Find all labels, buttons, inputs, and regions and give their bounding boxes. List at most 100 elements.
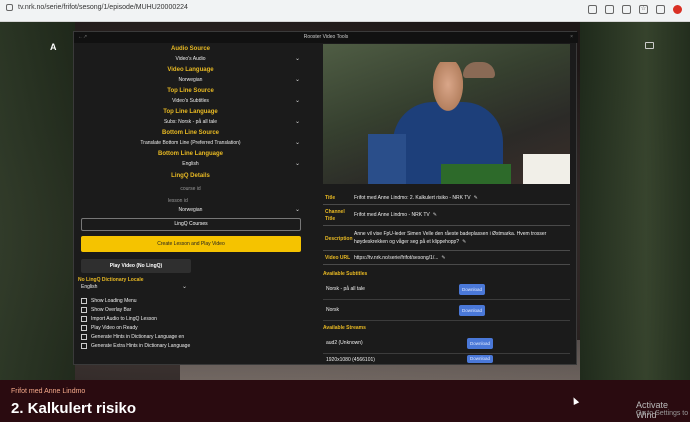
info-title-row: Title Frifot med Anne Lindmo: 2. Kalkule… bbox=[323, 192, 570, 205]
info-description-row: Description Anne vil vise FpU-leder Sime… bbox=[323, 227, 570, 251]
checkbox-label: Play Video on Ready bbox=[91, 325, 138, 331]
top-line-source-value: Video's Subtitles bbox=[172, 98, 209, 104]
checkbox[interactable] bbox=[81, 343, 87, 349]
stream-row: 1920x1080 (4566101) Download bbox=[323, 355, 570, 365]
panel-close-icon[interactable]: × bbox=[570, 32, 573, 43]
create-lesson-button[interactable]: Create Lesson and Play Video bbox=[81, 236, 301, 252]
checkbox[interactable] bbox=[81, 307, 87, 313]
info-channel-value: Frifot med Anne Lindmo - NRK TV ✎ bbox=[354, 211, 566, 219]
panel-move-icon[interactable]: ←↗ bbox=[78, 32, 87, 43]
checkbox-label: Show Overlay Bar bbox=[91, 307, 132, 313]
bottom-line-language-heading: Bottom Line Language bbox=[158, 151, 223, 157]
info-url-row: Video URL https://tv.nrk.no/serie/frifot… bbox=[323, 252, 570, 265]
lingq-language-value: Norwegian bbox=[178, 207, 203, 213]
download-stream-button[interactable]: Download bbox=[467, 355, 493, 363]
edit-icon[interactable]: ✎ bbox=[462, 239, 466, 245]
translate-icon[interactable] bbox=[605, 5, 614, 14]
play-video-button[interactable]: Play Video (No LingQ) bbox=[81, 259, 191, 273]
address-bar[interactable]: tv.nrk.no/serie/frifot/sesong/1/episode/… bbox=[6, 4, 188, 11]
person-hat bbox=[463, 62, 495, 78]
cast-icon[interactable] bbox=[645, 42, 654, 49]
info-title-label: Title bbox=[325, 195, 336, 201]
edit-icon[interactable]: ✎ bbox=[474, 195, 478, 201]
chevron-down-icon: ⌄ bbox=[294, 140, 300, 146]
checkbox-label: Generate Hints in Dictionary Language en bbox=[91, 334, 185, 340]
activate-windows-subtext: Go to Settings to bbox=[636, 410, 689, 417]
video-language-heading: Video Language bbox=[167, 67, 214, 73]
bottom-line-language-select[interactable]: English ⌄ bbox=[78, 160, 303, 169]
checkbox-play-on-ready[interactable]: Play Video on Ready bbox=[81, 325, 138, 331]
info-title-value: Frifot med Anne Lindmo: 2. Kalkulert ris… bbox=[354, 194, 566, 202]
checkbox-import-audio[interactable]: Import Audio to LingQ Lesson bbox=[81, 316, 157, 322]
video-language-value: Norwegian bbox=[178, 77, 203, 83]
download-subtitle-button[interactable]: Download bbox=[459, 284, 485, 295]
top-line-language-select[interactable]: Subs: Norsk - på all tale ⌄ bbox=[78, 118, 303, 127]
bookmark-star-icon[interactable]: ☆ bbox=[639, 5, 648, 14]
lingq-details-heading: LingQ Details bbox=[171, 173, 210, 179]
top-line-language-value: Subs: Norsk - på all tale bbox=[163, 119, 218, 125]
checkbox-label: Import Audio to LingQ Lesson bbox=[91, 316, 157, 322]
share-icon[interactable] bbox=[622, 5, 631, 14]
bottom-line-source-value: Translate Bottom Line (Preferred Transla… bbox=[140, 140, 241, 146]
subtitle-row: Norsk Download bbox=[323, 301, 570, 321]
title-text: Frifot med Anne Lindmo: 2. Kalkulert ris… bbox=[354, 195, 471, 201]
bottom-line-source-heading: Bottom Line Source bbox=[161, 130, 219, 136]
lesson-id-input[interactable]: lesson id bbox=[78, 198, 303, 204]
download-stream-button[interactable]: Download bbox=[467, 338, 493, 349]
tablecloth bbox=[523, 154, 570, 184]
checkbox[interactable] bbox=[81, 298, 87, 304]
checkbox[interactable] bbox=[81, 334, 87, 340]
url-text[interactable]: tv.nrk.no/serie/frifot/sesong/1/episode/… bbox=[18, 4, 188, 11]
audio-source-value: Video's Audio bbox=[175, 56, 206, 62]
checkbox-label: Generate Extra Hints in Dictionary Langu… bbox=[91, 343, 191, 349]
info-description-value: Anne vil vise FpU-leder Simen Velle den … bbox=[354, 230, 566, 246]
course-id-input[interactable]: course id bbox=[78, 186, 303, 192]
checkbox-label: Show Loading Menu bbox=[91, 298, 137, 304]
top-line-source-select[interactable]: Video's Subtitles ⌄ bbox=[78, 97, 303, 106]
edit-icon[interactable]: ✎ bbox=[441, 255, 445, 261]
no-lingq-locale-select[interactable]: English ⌄ bbox=[78, 283, 190, 292]
available-subtitles-heading: Available Subtitles bbox=[323, 271, 368, 277]
checkbox-show-loading-menu[interactable]: Show Loading Menu bbox=[81, 298, 137, 304]
open-in-app-icon[interactable] bbox=[588, 5, 597, 14]
extension-badge-icon[interactable] bbox=[673, 5, 682, 14]
chevron-down-icon: ⌄ bbox=[294, 207, 300, 213]
stream-name: 1920x1080 (4566101) bbox=[326, 357, 375, 363]
lingq-courses-button[interactable]: LingQ Courses bbox=[81, 218, 301, 231]
forest-right bbox=[580, 22, 690, 380]
subtitle-name: Norsk bbox=[326, 307, 340, 313]
download-subtitle-button[interactable]: Download bbox=[459, 305, 485, 316]
rooster-video-tools-panel: ←↗ Rooster Video Tools × Audio Source Vi… bbox=[73, 31, 578, 365]
episode-title: 2. Kalkulert risiko bbox=[11, 400, 137, 417]
video-thumbnail[interactable] bbox=[323, 44, 570, 184]
url-text: https://tv.nrk.no/serie/frifot/sesong/1/… bbox=[354, 255, 439, 261]
browser-actions: ☆ bbox=[588, 5, 682, 14]
panel-title: Rooster Video Tools bbox=[303, 34, 349, 40]
checkbox[interactable] bbox=[81, 325, 87, 331]
description-text: Anne vil vise FpU-leder Simen Velle den … bbox=[354, 231, 547, 245]
extensions-icon[interactable] bbox=[656, 5, 665, 14]
edit-icon[interactable]: ✎ bbox=[433, 212, 437, 218]
subtitle-row: Norsk - på all tale Download bbox=[323, 280, 570, 300]
panel-titlebar[interactable]: ←↗ Rooster Video Tools × bbox=[74, 32, 578, 43]
bottom-line-source-select[interactable]: Translate Bottom Line (Preferred Transla… bbox=[78, 139, 303, 148]
mouse-cursor-icon bbox=[570, 396, 580, 405]
audio-source-heading: Audio Source bbox=[170, 46, 210, 52]
checkbox-generate-hints[interactable]: Generate Hints in Dictionary Language en bbox=[81, 334, 184, 340]
site-info-icon[interactable] bbox=[6, 4, 13, 11]
browser-toolbar: tv.nrk.no/serie/frifot/sesong/1/episode/… bbox=[0, 0, 690, 22]
video-language-select[interactable]: Norwegian ⌄ bbox=[78, 76, 303, 85]
vegetables bbox=[441, 164, 511, 184]
settings-column: Audio Source Video's Audio ⌄ Video Langua… bbox=[78, 44, 303, 364]
checkbox-generate-extra-hints[interactable]: Generate Extra Hints in Dictionary Langu… bbox=[81, 343, 190, 349]
audio-source-select[interactable]: Video's Audio ⌄ bbox=[78, 55, 303, 64]
chevron-down-icon: ⌄ bbox=[294, 98, 300, 104]
checkbox-show-overlay-bar[interactable]: Show Overlay Bar bbox=[81, 307, 131, 313]
forest-left bbox=[0, 22, 75, 380]
available-streams-heading: Available Streams bbox=[323, 325, 366, 331]
lingq-language-select[interactable]: Norwegian ⌄ bbox=[78, 206, 303, 215]
bottom-line-language-value: English bbox=[182, 161, 199, 167]
info-channel-label: Channel Title bbox=[325, 209, 345, 222]
info-url-label: Video URL bbox=[325, 255, 351, 261]
checkbox[interactable] bbox=[81, 316, 87, 322]
